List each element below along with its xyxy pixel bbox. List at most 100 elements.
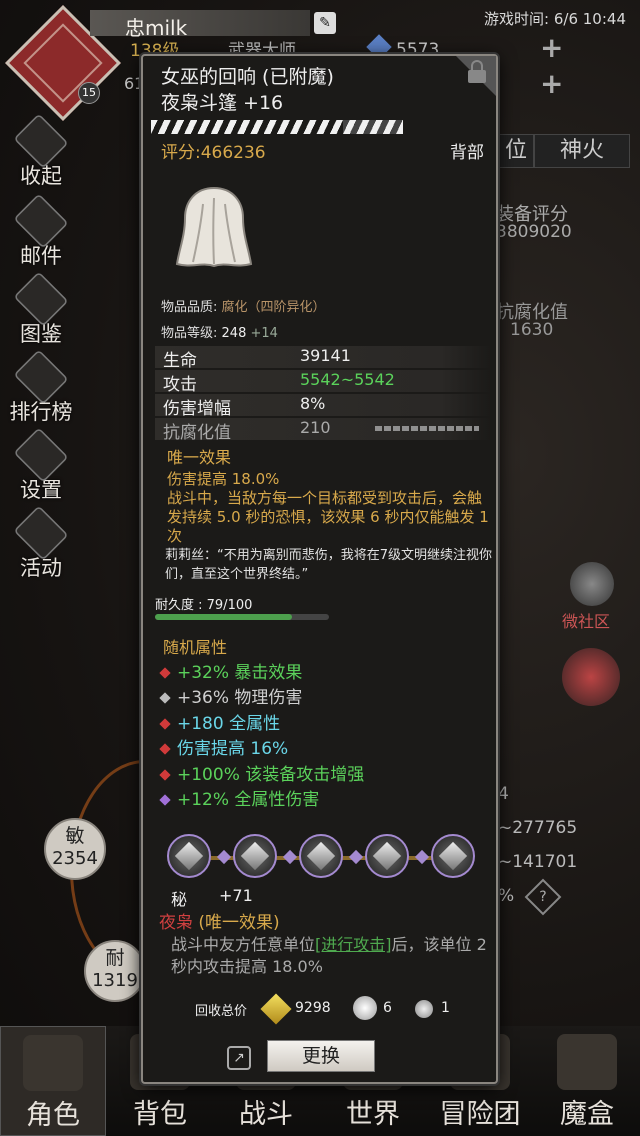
random-attr-text: +36% 物理伤害 bbox=[177, 688, 303, 708]
gem-icon bbox=[372, 841, 402, 871]
name-plate bbox=[90, 10, 310, 36]
nav-label: 角色 bbox=[26, 1100, 80, 1131]
nav-label: 世界 bbox=[346, 1099, 400, 1130]
link-gem-icon bbox=[216, 849, 232, 865]
lock-icon[interactable] bbox=[466, 60, 488, 84]
item-quote: 莉莉丝：“不用为离别而悲伤，我将在7级文明继续注视你们，直至这个世界终结。” bbox=[165, 548, 493, 582]
item-score: 评分:466236 bbox=[161, 143, 266, 163]
set-unique-tag: (唯一效果) bbox=[198, 913, 280, 933]
nav-label: 魔盒 bbox=[560, 1099, 614, 1130]
share-button[interactable]: ↗ bbox=[227, 1046, 251, 1070]
random-attr-title: 随机属性 bbox=[163, 638, 228, 657]
edit-icon[interactable]: ✎ bbox=[314, 12, 336, 34]
community-label[interactable]: 微社区 bbox=[562, 608, 610, 632]
gem-icon bbox=[159, 794, 171, 806]
side-item-codex[interactable]: 图鉴 bbox=[6, 271, 76, 352]
star-shard-icon bbox=[353, 996, 377, 1020]
random-attr-row: +32% 暴击效果 bbox=[159, 658, 302, 683]
dust-icon bbox=[415, 1000, 433, 1018]
side-item-mail[interactable]: 邮件 bbox=[6, 193, 76, 274]
gem-icon bbox=[159, 743, 171, 755]
stat-value: 5542~5542 bbox=[300, 370, 395, 389]
item-slot: 背部 bbox=[450, 143, 484, 163]
gem-icon bbox=[159, 692, 171, 704]
equip-score-value: 3809020 bbox=[496, 222, 572, 242]
stat-value: 8% bbox=[300, 394, 326, 413]
random-attr-text: +12% 全属性伤害 bbox=[177, 790, 320, 810]
gem-socket[interactable] bbox=[299, 834, 343, 878]
item-name: 女巫的回响 (已附魔) bbox=[161, 66, 334, 88]
community-icon[interactable] bbox=[570, 562, 614, 606]
stamina-value: 1319 bbox=[92, 970, 138, 991]
tab-partial[interactable]: 位 bbox=[498, 134, 534, 168]
set-description: 战斗中友方任意单位[进行攻击]后，该单位 2 秒内攻击提高 18.0% bbox=[171, 934, 491, 978]
agility-bubble[interactable]: 敏 2354 bbox=[44, 818, 106, 880]
unique-effect-desc: 伤害提高 18.0% 战斗中，当敌方每一个目标都受到攻击后，会触发持续 5.0 … bbox=[167, 470, 495, 546]
quality-label: 物品品质: bbox=[161, 300, 218, 315]
gem-icon bbox=[438, 841, 468, 871]
add-gems-button[interactable]: + bbox=[540, 34, 563, 62]
socket-chain bbox=[167, 830, 477, 884]
nav-magic-box[interactable]: 魔盒 bbox=[534, 1026, 640, 1136]
gem-socket[interactable] bbox=[431, 834, 475, 878]
stamina-key: 耐 bbox=[105, 947, 125, 969]
corruption-bar bbox=[375, 426, 479, 431]
stat-key: 抗腐化值 bbox=[163, 423, 231, 443]
link-gem-icon bbox=[282, 849, 298, 865]
recycle-star: 6 bbox=[383, 1000, 392, 1016]
stat-key: 攻击 bbox=[163, 375, 197, 395]
game-time: 游戏时间: 6/6 10:44 bbox=[484, 10, 626, 28]
unique-effect-title: 唯一效果 bbox=[167, 448, 232, 467]
tab-shenhuo[interactable]: 神火 bbox=[534, 134, 630, 168]
nav-label: 战斗 bbox=[239, 1099, 293, 1130]
random-attr-text: +180 全属性 bbox=[177, 714, 281, 734]
gem-icon bbox=[159, 718, 171, 730]
magic-box-icon bbox=[557, 1034, 617, 1090]
side-item-ranking[interactable]: 排行榜 bbox=[6, 349, 76, 430]
random-attr-row: +12% 全属性伤害 bbox=[159, 785, 320, 810]
secret-value: +71 bbox=[219, 886, 253, 905]
item-subtitle: 夜枭斗篷 +16 bbox=[161, 92, 284, 114]
gem-socket[interactable] bbox=[365, 834, 409, 878]
add-resource-button[interactable]: + bbox=[540, 70, 563, 98]
replace-button[interactable]: 更换 bbox=[267, 1040, 375, 1072]
set-desc-link[interactable]: [进行攻击] bbox=[315, 935, 392, 954]
secret-label: 秘 bbox=[171, 890, 188, 909]
agility-key: 敏 bbox=[65, 825, 85, 847]
item-quality: 物品品质: 腐化（四阶异化） bbox=[161, 296, 326, 315]
side-item-events[interactable]: 活动 bbox=[6, 505, 76, 586]
gold-crystal-icon bbox=[260, 993, 292, 1025]
gem-socket[interactable] bbox=[233, 834, 277, 878]
random-attr-row: +36% 物理伤害 bbox=[159, 683, 303, 708]
link-gem-icon bbox=[348, 849, 364, 865]
nav-character[interactable]: 角色 bbox=[0, 1026, 106, 1136]
set-name-text: 夜枭 bbox=[159, 913, 193, 933]
gem-icon bbox=[174, 841, 204, 871]
random-attr-text: 伤害提高 16% bbox=[177, 739, 289, 759]
set-desc-pre: 战斗中友方任意单位 bbox=[171, 935, 316, 954]
gem-icon bbox=[306, 841, 336, 871]
stat-row-hp: 生命 39141 bbox=[155, 346, 491, 371]
stat-key: 伤害增幅 bbox=[163, 399, 231, 419]
side-item-settings[interactable]: 设置 bbox=[6, 427, 76, 508]
helmet-icon bbox=[23, 1035, 83, 1091]
stat-row-attack: 攻击 5542~5542 bbox=[155, 370, 491, 395]
gem-socket[interactable] bbox=[167, 834, 211, 878]
stat-row-corruption: 抗腐化值 210 bbox=[155, 418, 491, 443]
right-stat: % bbox=[498, 886, 515, 906]
ilvl-bonus: +14 bbox=[250, 326, 278, 341]
recycle-label: 回收总价 bbox=[195, 1004, 248, 1019]
stamina-bubble[interactable]: 耐 1319 bbox=[84, 940, 146, 1002]
stat-key: 生命 bbox=[163, 351, 197, 371]
stat-row-damage-amp: 伤害增幅 8% bbox=[155, 394, 491, 419]
stat-value: 210 bbox=[300, 418, 331, 437]
unique-line: 伤害提高 18.0% bbox=[167, 470, 280, 488]
cloak-icon bbox=[175, 186, 253, 268]
nav-label: 背包 bbox=[133, 1099, 187, 1130]
helmet-icon[interactable] bbox=[562, 648, 620, 706]
side-item-collapse[interactable]: 收起 bbox=[6, 113, 76, 194]
stat-value: 39141 bbox=[300, 346, 351, 365]
durability-bar bbox=[155, 614, 329, 620]
quality-value: 腐化（四阶异化） bbox=[221, 300, 326, 315]
item-tooltip: 女巫的回响 (已附魔) 夜枭斗篷 +16 评分:466236 背部 物品品质: … bbox=[141, 54, 498, 1084]
